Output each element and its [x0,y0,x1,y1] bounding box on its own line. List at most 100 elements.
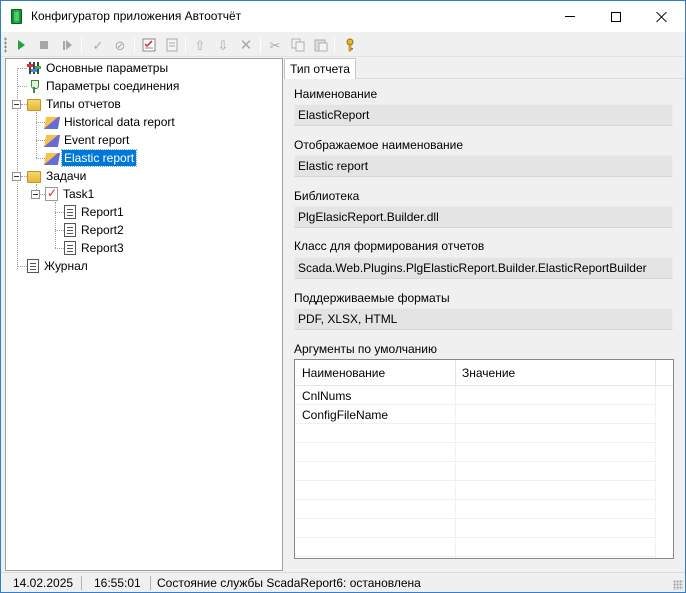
arg-value-cell[interactable] [455,386,655,405]
cancel-icon: ⊘ [114,37,126,53]
column-header-value[interactable]: Значение [455,360,655,386]
tree-line [17,68,18,269]
tree-node-report2[interactable]: Report2 [64,221,126,239]
tree-node-general[interactable]: Основные параметры [27,59,170,77]
toolbar-separator [81,37,82,53]
library-label: Библиотека [294,189,360,203]
tree-node-label: Elastic report [60,149,138,167]
cut-icon: ✂ [269,37,281,53]
paste-icon [314,39,328,52]
delete-icon: ✕ [239,36,253,54]
empty-row [295,462,655,481]
tree-node-label: Основные параметры [46,61,169,75]
toolbar-separator [260,37,261,53]
tree-line [36,112,37,158]
column-divider[interactable] [655,360,656,386]
arg-value-cell[interactable] [455,405,655,424]
tree-node-elastic-report[interactable]: Elastic report [43,149,138,167]
delete-button[interactable]: ✕ [236,35,256,55]
empty-row [295,481,655,500]
collapse-task1-toggle[interactable] [31,190,40,199]
name-field[interactable]: ElasticReport [294,104,673,126]
folder-icon [27,99,41,111]
tree-line [36,122,45,123]
tree-line [55,248,64,249]
resize-grip[interactable] [673,580,683,590]
arg-name-cell[interactable]: CnlNums [295,386,455,405]
checklist-button[interactable] [139,35,159,55]
tree-line [36,140,45,141]
empty-row [295,500,655,519]
document-button[interactable] [162,35,182,55]
tree-node-label: Event report [64,133,130,147]
grid-header: Наименование Значение [295,360,673,386]
minimize-icon [565,16,575,17]
tree-node-label: Report3 [81,241,124,255]
status-time: 16:55:01 [94,576,141,590]
copy-button[interactable] [288,35,308,55]
status-date: 14.02.2025 [13,576,74,590]
move-up-button[interactable]: ⇧ [190,35,210,55]
formats-label: Поддерживаемые форматы [294,291,450,305]
tree-node-historical-report[interactable]: Historical data report [43,113,177,131]
column-header-name[interactable]: Наименование [295,360,455,386]
default-args-grid[interactable]: Наименование Значение CnlNums ConfigFile… [294,359,674,559]
key-button[interactable] [340,35,360,55]
tree-node-label: Задачи [46,169,87,183]
report-type-icon [43,117,61,129]
task-icon [45,186,58,201]
status-bar: 14.02.2025 16:55:01 Состояние службы Sca… [1,572,685,592]
tree-node-event-report[interactable]: Event report [43,131,131,149]
stop-service-button[interactable] [34,35,54,55]
formats-field[interactable]: PDF, XLSX, HTML [294,308,673,330]
tree-line [36,158,45,159]
tree-node-journal[interactable]: Журнал [27,257,90,275]
paste-button[interactable] [311,35,331,55]
journal-icon [27,259,39,273]
toolbar-separator [185,37,186,53]
restart-service-button[interactable] [57,35,77,55]
cancel-button[interactable]: ⊘ [110,35,130,55]
class-field[interactable]: Scada.Web.Plugins.PlgElasticReport.Build… [294,257,673,279]
start-service-button[interactable] [11,35,31,55]
toolbar-grip[interactable] [4,37,7,53]
tree-node-label: Типы отчетов [46,97,121,111]
maximize-button[interactable] [593,1,639,32]
app-window: Конфигуратор приложения Автоотчёт ✓ ⊘ ⇧ … [0,0,686,593]
arg-name-cell[interactable]: ConfigFileName [295,405,455,424]
collapse-tasks-toggle[interactable] [12,172,21,181]
tree-node-report-types[interactable]: Типы отчетов [27,95,123,113]
move-up-icon: ⇧ [194,37,206,53]
move-down-button[interactable]: ⇩ [213,35,233,55]
class-label: Класс для формирования отчетов [294,239,485,253]
settings-icon [27,61,41,75]
tree-line [55,202,56,248]
tree-node-label: Report2 [81,223,124,237]
close-button[interactable] [639,1,685,32]
table-row[interactable]: CnlNums [295,386,655,405]
tree-node-report1[interactable]: Report1 [64,203,126,221]
status-separator [81,576,82,590]
config-tree[interactable]: Основные параметры Параметры соединения … [5,58,283,571]
tree-node-connection[interactable]: Параметры соединения [27,77,181,95]
apply-button[interactable]: ✓ [88,35,108,55]
default-args-label: Аргументы по умолчанию [294,342,437,356]
cut-button[interactable]: ✂ [265,35,285,55]
tree-node-report3[interactable]: Report3 [64,239,126,257]
tree-node-tasks[interactable]: Задачи [27,167,88,185]
report-document-icon [64,241,76,255]
display-name-field[interactable]: Elastic report [294,155,673,177]
tree-node-label: Task1 [63,187,95,201]
minimize-button[interactable] [547,1,593,32]
library-field[interactable]: PlgElasicReport.Builder.dll [294,206,673,228]
collapse-report-types-toggle[interactable] [12,100,21,109]
report-type-icon [43,135,61,147]
title-bar[interactable]: Конфигуратор приложения Автоотчёт [1,1,685,32]
tree-node-task1[interactable]: Task1 [45,185,96,203]
tree-node-label: Historical data report [64,115,175,129]
tab-report-type[interactable]: Тип отчета [284,58,356,79]
table-row[interactable]: ConfigFileName [295,405,655,424]
name-label: Наименование [294,87,378,101]
maximize-icon [611,11,621,22]
tree-line [55,212,64,213]
